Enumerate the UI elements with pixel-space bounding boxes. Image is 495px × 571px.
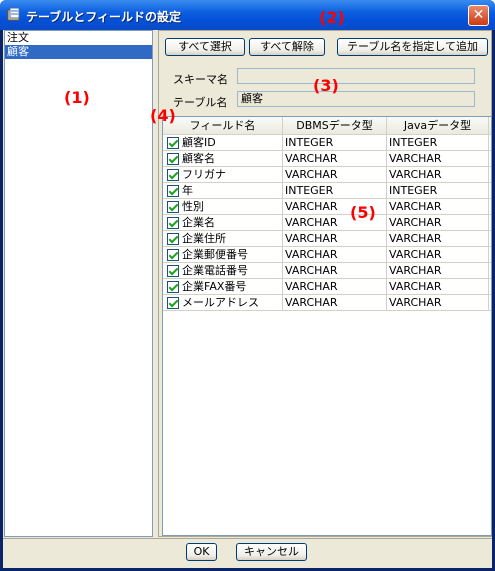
field-checkbox[interactable] [167,264,179,277]
table-row[interactable]: 性別 VARCHAR VARCHAR [163,199,491,215]
annotation-3: (3) [313,76,339,95]
app-icon [7,7,20,21]
field-name: メールアドレス [182,296,259,309]
add-by-table-name-button[interactable]: テーブル名を指定して追加 [337,38,488,56]
schema-name-field [237,68,475,84]
footer-divider [3,538,492,539]
dbms-type-cell[interactable]: INTEGER [283,135,387,150]
table-row[interactable]: 企業名 VARCHAR VARCHAR [163,215,491,231]
field-checkbox[interactable] [167,248,179,261]
field-name: 顧客名 [182,152,215,165]
schema-name-label: スキーマ名 [173,73,228,86]
table-row[interactable]: 顧客名 VARCHAR VARCHAR [163,151,491,167]
field-name-cell[interactable]: メールアドレス [163,295,283,310]
table-name-label: テーブル名 [173,96,228,109]
dbms-type-cell[interactable]: VARCHAR [283,295,387,310]
field-checkbox[interactable] [167,200,179,213]
column-header-java-type[interactable]: Javaデータ型 [387,117,489,134]
field-name-cell[interactable]: フリガナ [163,167,283,182]
table-row[interactable]: 企業郵便番号 VARCHAR VARCHAR [163,247,491,263]
table-body: 顧客ID INTEGER INTEGER 顧客名 VARCHAR VARCHAR フリガナ V… [163,135,491,311]
java-type-cell[interactable]: VARCHAR [387,151,489,166]
table-list-item-selected[interactable]: 顧客 [5,45,152,59]
column-header-dbms-type[interactable]: DBMSデータ型 [283,117,387,134]
field-name: 企業FAX番号 [182,280,247,293]
field-checkbox[interactable] [167,232,179,245]
cancel-button[interactable]: キャンセル [236,543,307,561]
field-name-cell[interactable]: 性別 [163,199,283,214]
annotation-1: (1) [64,88,90,107]
java-type-cell[interactable]: VARCHAR [387,247,489,262]
field-name: フリガナ [182,168,226,181]
dbms-type-cell[interactable]: VARCHAR [283,151,387,166]
field-checkbox[interactable] [167,152,179,165]
dbms-type-cell[interactable]: VARCHAR [283,247,387,262]
table-row[interactable]: 顧客ID INTEGER INTEGER [163,135,491,151]
field-name: 性別 [182,200,204,213]
field-name-cell[interactable]: 年 [163,183,283,198]
field-name-cell[interactable]: 企業名 [163,215,283,230]
java-type-cell[interactable]: INTEGER [387,183,489,198]
java-type-cell[interactable]: INTEGER [387,135,489,150]
field-checkbox[interactable] [167,184,179,197]
dbms-type-cell[interactable]: VARCHAR [283,231,387,246]
field-name-cell[interactable]: 企業電話番号 [163,263,283,278]
window-title: テーブルとフィールドの設定 [26,10,182,24]
field-name: 顧客ID [182,136,216,149]
dbms-type-cell[interactable]: VARCHAR [283,167,387,182]
java-type-cell[interactable]: VARCHAR [387,167,489,182]
table-row[interactable]: メールアドレス VARCHAR VARCHAR [163,295,491,311]
field-name: 企業電話番号 [182,264,248,277]
table-row[interactable]: 企業電話番号 VARCHAR VARCHAR [163,263,491,279]
dialog-client: 注文 顧客 すべて選択 すべて解除 テーブル名を指定して追加 スキーマ名 テーブ… [3,30,492,568]
column-header-field-name[interactable]: フィールド名 [163,117,283,134]
table-row[interactable]: 企業FAX番号 VARCHAR VARCHAR [163,279,491,295]
select-all-button[interactable]: すべて選択 [165,38,245,56]
field-checkbox[interactable] [167,216,179,229]
dialog-window: テーブルとフィールドの設定 ✕ 注文 顧客 すべて選択 すべて解除 テーブル名を… [0,0,495,571]
field-name-cell[interactable]: 顧客ID [163,135,283,150]
java-type-cell[interactable]: VARCHAR [387,231,489,246]
dbms-type-cell[interactable]: VARCHAR [283,279,387,294]
ok-button[interactable]: OK [186,543,217,561]
field-checkbox[interactable] [167,296,179,309]
table-name-field: 顧客 [237,91,475,107]
java-type-cell[interactable]: VARCHAR [387,295,489,310]
dbms-type-cell[interactable]: VARCHAR [283,263,387,278]
java-type-cell[interactable]: VARCHAR [387,199,489,214]
dbms-type-cell[interactable]: INTEGER [283,183,387,198]
java-type-cell[interactable]: VARCHAR [387,279,489,294]
field-panel: すべて選択 すべて解除 テーブル名を指定して追加 スキーマ名 テーブル名 顧客 … [158,30,492,537]
field-name: 企業郵便番号 [182,248,248,261]
java-type-cell[interactable]: VARCHAR [387,263,489,278]
table-row[interactable]: 年 INTEGER INTEGER [163,183,491,199]
annotation-5: (5) [350,203,376,222]
field-name-cell[interactable]: 企業FAX番号 [163,279,283,294]
deselect-all-button[interactable]: すべて解除 [249,38,325,56]
field-checkbox[interactable] [167,136,179,149]
field-name: 企業住所 [182,232,226,245]
table-row[interactable]: 企業住所 VARCHAR VARCHAR [163,231,491,247]
field-checkbox[interactable] [167,168,179,181]
field-name: 企業名 [182,216,215,229]
table-list-item[interactable]: 注文 [5,31,152,45]
field-name-cell[interactable]: 企業郵便番号 [163,247,283,262]
title-bar[interactable]: テーブルとフィールドの設定 ✕ [0,0,495,30]
close-button[interactable]: ✕ [468,5,489,26]
table-row[interactable]: フリガナ VARCHAR VARCHAR [163,167,491,183]
java-type-cell[interactable]: VARCHAR [387,215,489,230]
field-name: 年 [182,184,193,197]
annotation-4: (4) [150,106,176,125]
field-table: フィールド名 DBMSデータ型 Javaデータ型 顧客ID INTEGER INTE… [162,116,492,536]
field-name-cell[interactable]: 顧客名 [163,151,283,166]
table-header: フィールド名 DBMSデータ型 Javaデータ型 [163,117,491,135]
annotation-2: (2) [319,8,345,27]
field-name-cell[interactable]: 企業住所 [163,231,283,246]
field-checkbox[interactable] [167,280,179,293]
